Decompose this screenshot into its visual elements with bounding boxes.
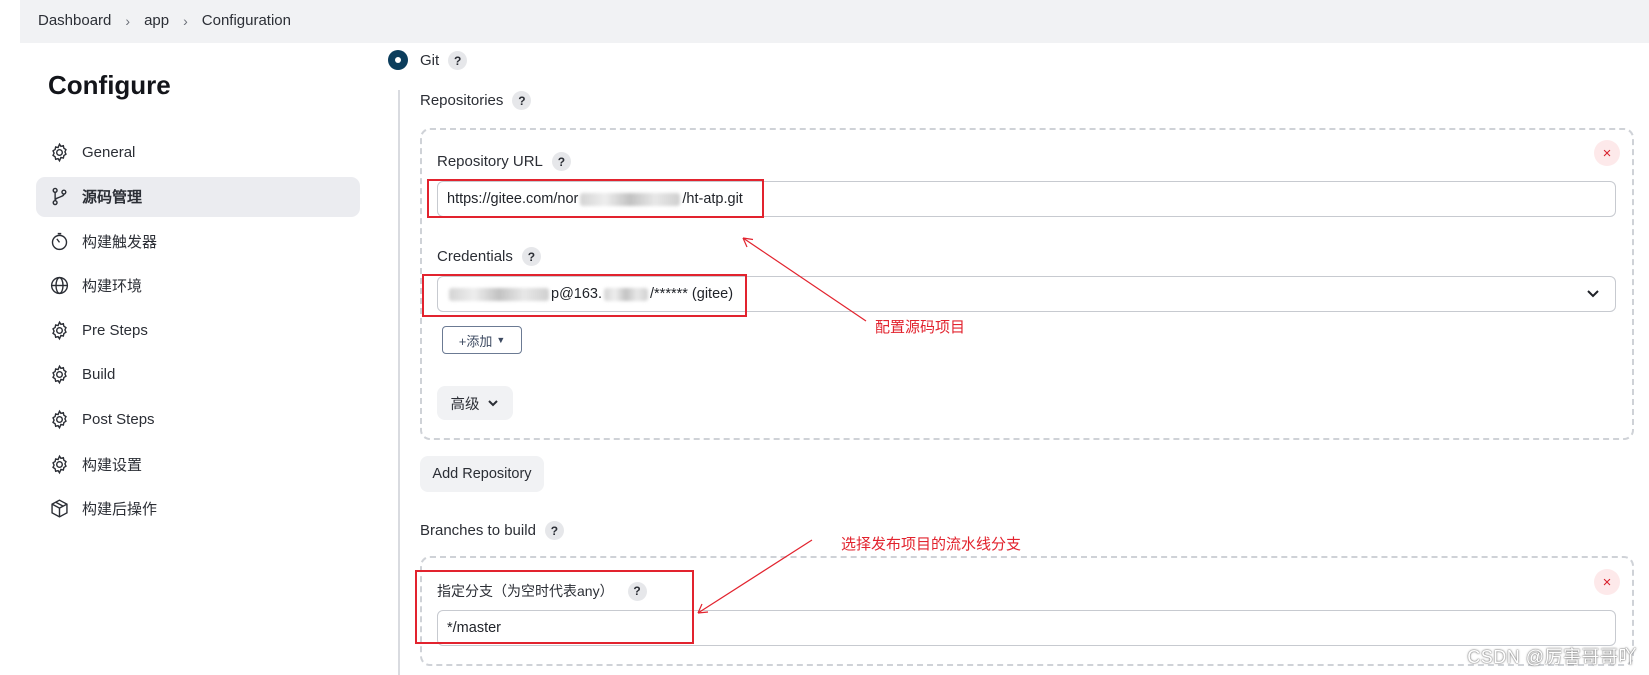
breadcrumb-configuration[interactable]: Configuration <box>202 12 291 29</box>
gear-icon <box>48 453 70 475</box>
branch-specifier-label: 指定分支（为空时代表any） <box>437 583 614 599</box>
repository-url-suffix: /ht-atp.git <box>682 191 743 207</box>
page-title: Configure <box>48 70 171 100</box>
git-option: Git ? <box>420 51 468 70</box>
advanced-button[interactable]: 高级 <box>437 386 513 420</box>
branch-specifier-heading: 指定分支（为空时代表any） ? <box>437 581 647 601</box>
sidebar-item-post-steps[interactable]: Post Steps <box>36 400 360 440</box>
gear-icon <box>48 141 70 163</box>
sidebar-item-label: General <box>82 143 136 161</box>
radio-dot-icon <box>395 57 401 63</box>
chevron-down-icon <box>487 400 498 407</box>
sidebar-item-build[interactable]: Build <box>36 355 360 395</box>
help-icon[interactable]: ? <box>521 247 541 266</box>
sidebar-item-label: 源码管理 <box>82 189 143 207</box>
branch-icon <box>48 186 70 208</box>
section-divider-line <box>398 90 400 675</box>
sidebar-item-label: Post Steps <box>82 411 155 429</box>
help-icon[interactable]: ? <box>544 521 564 540</box>
caret-down-icon: ▼ <box>496 335 506 345</box>
remove-branch-close-icon[interactable]: × <box>1594 569 1620 595</box>
add-credentials-button[interactable]: +添加 ▼ <box>442 326 522 354</box>
watermark: CSDN @厉害哥哥吖 <box>1467 647 1637 667</box>
sidebar-item-label: Pre Steps <box>82 321 148 339</box>
breadcrumb-app[interactable]: app <box>144 12 169 29</box>
add-repository-button[interactable]: Add Repository <box>420 456 544 492</box>
repositories-heading: Repositories ? <box>420 91 532 110</box>
remove-repository-close-icon[interactable]: × <box>1594 140 1620 166</box>
sidebar-item-build-triggers[interactable]: 构建触发器 <box>36 221 360 261</box>
sidebar-nav: General 源码管理 构建触发器 构建环境 Pre Steps Build … <box>36 132 360 533</box>
annotation-branch-note: 选择发布项目的流水线分支 <box>841 536 1022 553</box>
add-credentials-label: +添加 <box>458 333 493 349</box>
credentials-mid: p@163. <box>551 286 603 302</box>
sidebar-item-label: 构建环境 <box>82 278 143 296</box>
credentials-select[interactable]: p@163. /****** (gitee) <box>437 276 1616 312</box>
advanced-label: 高级 <box>450 396 480 413</box>
credentials-suffix: /****** (gitee) <box>650 286 734 302</box>
package-icon <box>48 498 70 520</box>
sidebar-item-build-settings[interactable]: 构建设置 <box>36 444 360 484</box>
breadcrumb-chevron-icon: › <box>125 12 131 29</box>
help-icon[interactable]: ? <box>627 581 647 601</box>
repository-url-heading: Repository URL ? <box>437 152 571 171</box>
help-icon[interactable]: ? <box>448 51 468 70</box>
help-icon[interactable]: ? <box>512 91 532 110</box>
redacted-blur <box>580 192 681 206</box>
redacted-blur <box>449 287 549 301</box>
repository-url-input[interactable]: https://gitee.com/nor /ht-atp.git <box>437 181 1616 217</box>
add-repository-label: Add Repository <box>432 466 532 482</box>
help-icon[interactable]: ? <box>551 152 571 171</box>
repository-url-label: Repository URL <box>437 153 543 170</box>
branch-value: */master <box>447 620 501 636</box>
sidebar-item-pre-steps[interactable]: Pre Steps <box>36 310 360 350</box>
gear-icon <box>48 364 70 386</box>
annotation-repo-note: 配置源码项目 <box>875 319 966 336</box>
breadcrumb-chevron-icon: › <box>183 12 188 29</box>
sidebar-item-general[interactable]: General <box>36 132 360 172</box>
sidebar-item-label: 构建触发器 <box>82 233 158 251</box>
globe-icon <box>48 275 70 297</box>
branches-label: Branches to build <box>420 522 536 539</box>
repositories-label: Repositories <box>420 92 504 109</box>
redacted-blur <box>604 287 649 301</box>
timer-icon <box>48 230 70 252</box>
credentials-heading: Credentials ? <box>437 247 541 266</box>
git-label: Git <box>420 52 440 69</box>
git-radio-button[interactable] <box>388 50 408 70</box>
branches-heading: Branches to build ? <box>420 521 564 540</box>
chevron-down-icon <box>1585 285 1601 301</box>
branch-specifier-input[interactable]: */master <box>437 610 1616 646</box>
sidebar-item-scm[interactable]: 源码管理 <box>36 176 360 217</box>
breadcrumb: Dashboard › app › Configuration <box>38 12 291 29</box>
breadcrumb-dashboard[interactable]: Dashboard <box>38 12 111 29</box>
sidebar-item-label: 构建设置 <box>82 456 143 474</box>
sidebar-item-label: 构建后操作 <box>82 501 158 519</box>
sidebar-item-label: Build <box>82 366 116 384</box>
gear-icon <box>48 409 70 431</box>
gear-icon <box>48 319 70 341</box>
credentials-label: Credentials <box>437 248 513 265</box>
repository-url-prefix: https://gitee.com/nor <box>447 191 579 207</box>
sidebar-item-build-environment[interactable]: 构建环境 <box>36 266 360 306</box>
sidebar-item-post-build-actions[interactable]: 构建后操作 <box>36 489 360 529</box>
